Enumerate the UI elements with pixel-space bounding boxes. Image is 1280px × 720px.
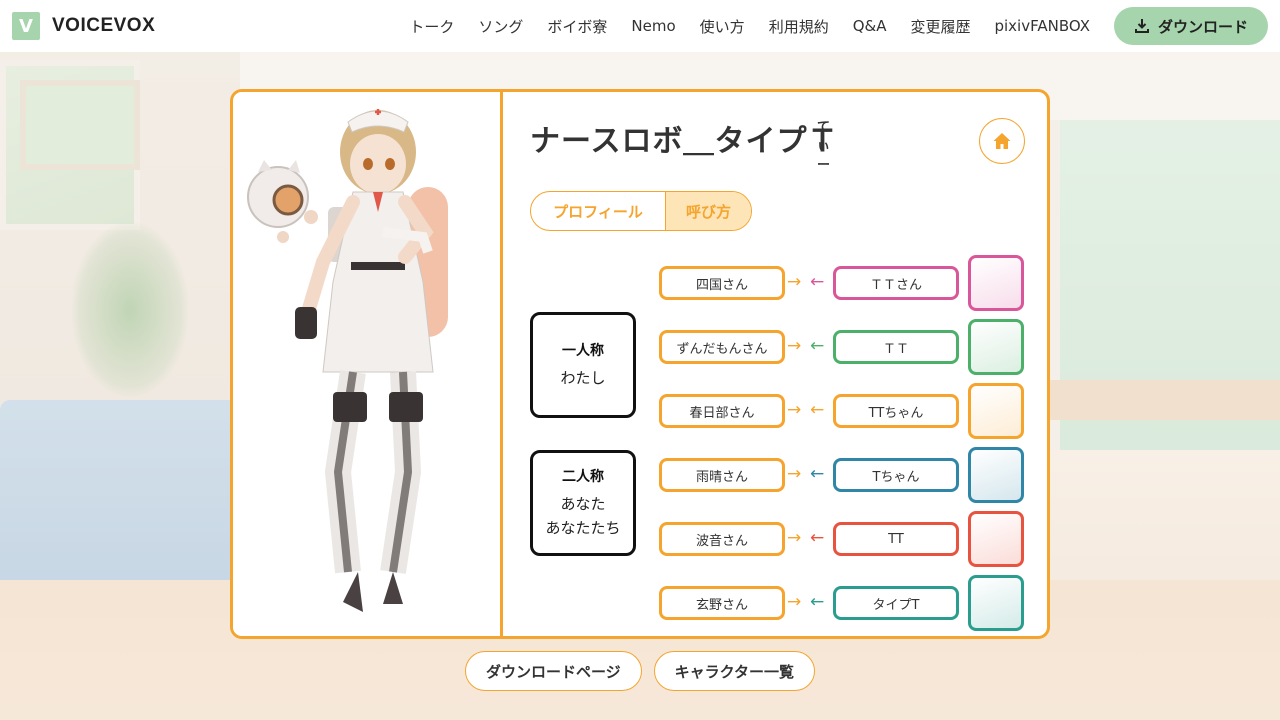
call-mine: 雨晴さん — [659, 458, 785, 492]
call-theirs: TT — [833, 522, 959, 556]
character-title: ナースロボ＿タイプＴ てぃー — [530, 116, 839, 173]
download-page-button[interactable]: ダウンロードページ — [464, 651, 642, 691]
first-person-value: わたし — [560, 369, 606, 387]
call-mine: 四国さん — [659, 266, 785, 300]
detail-tabs: プロフィール 呼び方 — [530, 191, 752, 231]
arrow-left-icon: ← — [810, 464, 825, 484]
arrow-left-icon: ← — [810, 336, 825, 356]
character-portrait — [233, 92, 503, 636]
arrow-left-icon: ← — [810, 400, 825, 420]
first-person-box: 一人称 わたし — [530, 312, 636, 418]
download-icon — [1134, 19, 1149, 33]
first-person-heading: 一人称 — [562, 343, 604, 359]
home-icon — [993, 133, 1011, 149]
call-mine: 春日部さん — [659, 394, 785, 428]
second-person-value-2: あなたたち — [545, 519, 621, 537]
call-theirs: Tちゃん — [833, 458, 959, 492]
call-mine: 玄野さん — [659, 586, 785, 620]
download-label: ダウンロード — [1157, 17, 1248, 36]
nav-nemo[interactable]: Nemo — [631, 17, 675, 35]
logo-icon[interactable]: V — [12, 12, 40, 40]
call-row: 四国さん → ← ＴＴさん — [659, 255, 1029, 311]
second-person-value-1: あなた — [560, 495, 606, 513]
call-theirs: タイプT — [833, 586, 959, 620]
call-theirs: ＴＴ — [833, 330, 959, 364]
arrow-right-icon: → — [787, 336, 802, 356]
nav-qa[interactable]: Q&A — [853, 17, 887, 35]
call-row: 波音さん → ← TT — [659, 511, 1029, 567]
ritsu-icon[interactable] — [968, 511, 1024, 567]
nav-song[interactable]: ソング — [478, 16, 523, 37]
hau-icon[interactable] — [968, 447, 1024, 503]
call-mine: ずんだもんさん — [659, 330, 785, 364]
nav-fanbox[interactable]: pixivFANBOX — [994, 17, 1090, 35]
logo-text[interactable]: VOICEVOX — [52, 15, 155, 37]
character-detail: ナースロボ＿タイプＴ てぃー プロフィール 呼び方 一人称 わたし 二人称 あな… — [506, 92, 1047, 636]
takehiro-icon[interactable] — [968, 575, 1024, 631]
zundamon-icon[interactable] — [968, 319, 1024, 375]
call-mine: 波音さん — [659, 522, 785, 556]
bottom-buttons: ダウンロードページ キャラクター一覧 — [0, 651, 1280, 691]
nav-dorm[interactable]: ボイボ寮 — [547, 16, 607, 37]
nav-terms[interactable]: 利用規約 — [769, 16, 829, 37]
nav-changelog[interactable]: 変更履歴 — [910, 16, 970, 37]
arrow-left-icon: ← — [810, 592, 825, 612]
arrow-right-icon: → — [787, 592, 802, 612]
arrow-left-icon: ← — [810, 528, 825, 548]
arrow-right-icon: → — [787, 528, 802, 548]
call-theirs: ＴＴさん — [833, 266, 959, 300]
call-theirs: TTちゃん — [833, 394, 959, 428]
second-person-heading: 二人称 — [562, 469, 604, 485]
arrow-right-icon: → — [787, 464, 802, 484]
nurse-robot-illustration — [247, 109, 448, 612]
metan-icon[interactable] — [968, 255, 1024, 311]
call-row: 雨晴さん → ← Tちゃん — [659, 447, 1029, 503]
tab-calls[interactable]: 呼び方 — [665, 192, 751, 230]
arrow-right-icon: → — [787, 272, 802, 292]
call-row: 春日部さん → ← TTちゃん — [659, 383, 1029, 439]
character-name-ruby: てぃー — [817, 120, 831, 173]
tsumugi-icon[interactable] — [968, 383, 1024, 439]
site-header: V VOICEVOX トーク ソング ボイボ寮 Nemo 使い方 利用規約 Q&… — [0, 0, 1280, 52]
second-person-box: 二人称 あなた あなたたち — [530, 450, 636, 556]
call-row: 玄野さん → ← タイプT — [659, 575, 1029, 631]
character-card: ナースロボ＿タイプＴ てぃー プロフィール 呼び方 一人称 わたし 二人称 あな… — [230, 89, 1050, 639]
tab-profile[interactable]: プロフィール — [531, 192, 665, 230]
arrow-right-icon: → — [787, 400, 802, 420]
main-nav: トーク ソング ボイボ寮 Nemo 使い方 利用規約 Q&A 変更履歴 pixi… — [385, 7, 1268, 45]
arrow-left-icon: ← — [810, 272, 825, 292]
nav-howto[interactable]: 使い方 — [700, 16, 745, 37]
download-button[interactable]: ダウンロード — [1113, 7, 1268, 45]
home-button[interactable] — [979, 118, 1025, 164]
character-name: ナースロボ＿タイプＴ — [530, 124, 839, 159]
character-list-button[interactable]: キャラクター一覧 — [653, 651, 816, 691]
nav-talk[interactable]: トーク — [409, 16, 454, 37]
call-row: ずんだもんさん → ← ＴＴ — [659, 319, 1029, 375]
